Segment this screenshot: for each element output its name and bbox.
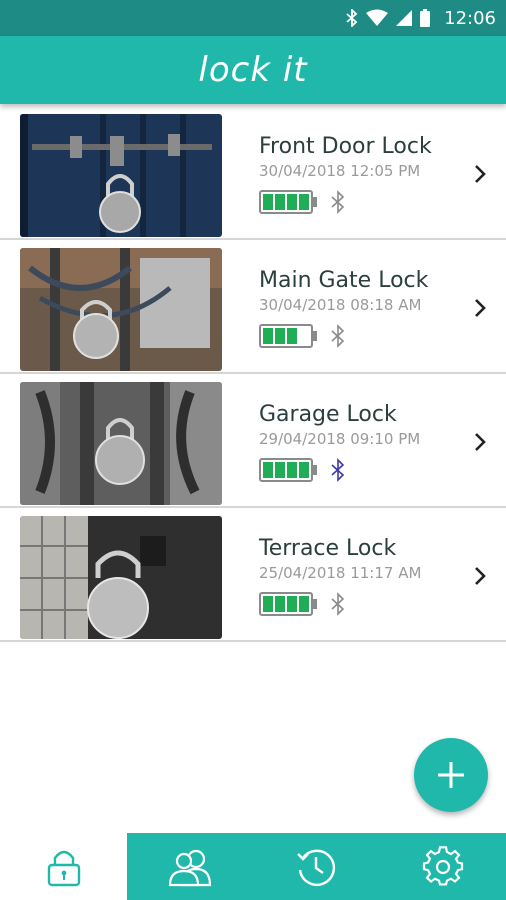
- lock-datetime: 30/04/2018 12:05 PM: [259, 162, 421, 180]
- lock-photo: [20, 248, 222, 371]
- lock-datetime: 30/04/2018 08:18 AM: [259, 296, 422, 314]
- bluetooth-icon: [331, 592, 345, 616]
- chevron-right-icon[interactable]: [470, 564, 490, 588]
- bluetooth-icon: [346, 9, 358, 27]
- lock-datetime: 29/04/2018 09:10 PM: [259, 430, 421, 448]
- lock-name: Front Door Lock: [259, 134, 432, 159]
- bottom-nav: [0, 833, 506, 900]
- lock-name: Garage Lock: [259, 402, 397, 427]
- lock-photo: [20, 114, 222, 237]
- lock-photo: [20, 516, 222, 639]
- bluetooth-icon: [331, 324, 345, 348]
- app-bar: lock it: [0, 36, 506, 104]
- history-icon: [297, 849, 336, 886]
- tab-users[interactable]: [127, 833, 254, 900]
- battery-level-icon: [259, 190, 317, 214]
- lock-list: Front Door Lock 30/04/2018 12:05 PM Main…: [0, 106, 506, 642]
- plus-icon: [438, 762, 464, 788]
- signal-icon: [396, 9, 413, 27]
- add-lock-button[interactable]: [414, 738, 488, 812]
- tab-settings[interactable]: [379, 833, 506, 900]
- lock-row[interactable]: Front Door Lock 30/04/2018 12:05 PM: [0, 106, 506, 240]
- lock-row[interactable]: Main Gate Lock 30/04/2018 08:18 AM: [0, 240, 506, 374]
- battery-level-icon: [259, 324, 317, 348]
- padlock-icon: [47, 850, 80, 886]
- bluetooth-icon: [331, 458, 345, 482]
- lock-row[interactable]: Terrace Lock 25/04/2018 11:17 AM: [0, 508, 506, 642]
- status-time: 12:06: [444, 7, 496, 29]
- bluetooth-icon: [331, 190, 345, 214]
- wifi-icon: [366, 9, 389, 27]
- tab-locks[interactable]: [0, 833, 127, 900]
- chevron-right-icon[interactable]: [470, 296, 490, 320]
- lock-name: Main Gate Lock: [259, 268, 429, 293]
- tab-history[interactable]: [253, 833, 380, 900]
- users-icon: [169, 849, 212, 886]
- status-bar: 12:06: [0, 0, 506, 36]
- app-logo: lock it: [198, 50, 308, 90]
- battery-level-icon: [259, 458, 317, 482]
- lock-datetime: 25/04/2018 11:17 AM: [259, 564, 422, 582]
- gear-icon: [422, 845, 463, 885]
- battery-level-icon: [259, 592, 317, 616]
- battery-icon: [420, 9, 431, 27]
- chevron-right-icon[interactable]: [470, 430, 490, 454]
- lock-photo: [20, 382, 222, 505]
- lock-name: Terrace Lock: [259, 536, 397, 561]
- chevron-right-icon[interactable]: [470, 162, 490, 186]
- lock-row[interactable]: Garage Lock 29/04/2018 09:10 PM: [0, 374, 506, 508]
